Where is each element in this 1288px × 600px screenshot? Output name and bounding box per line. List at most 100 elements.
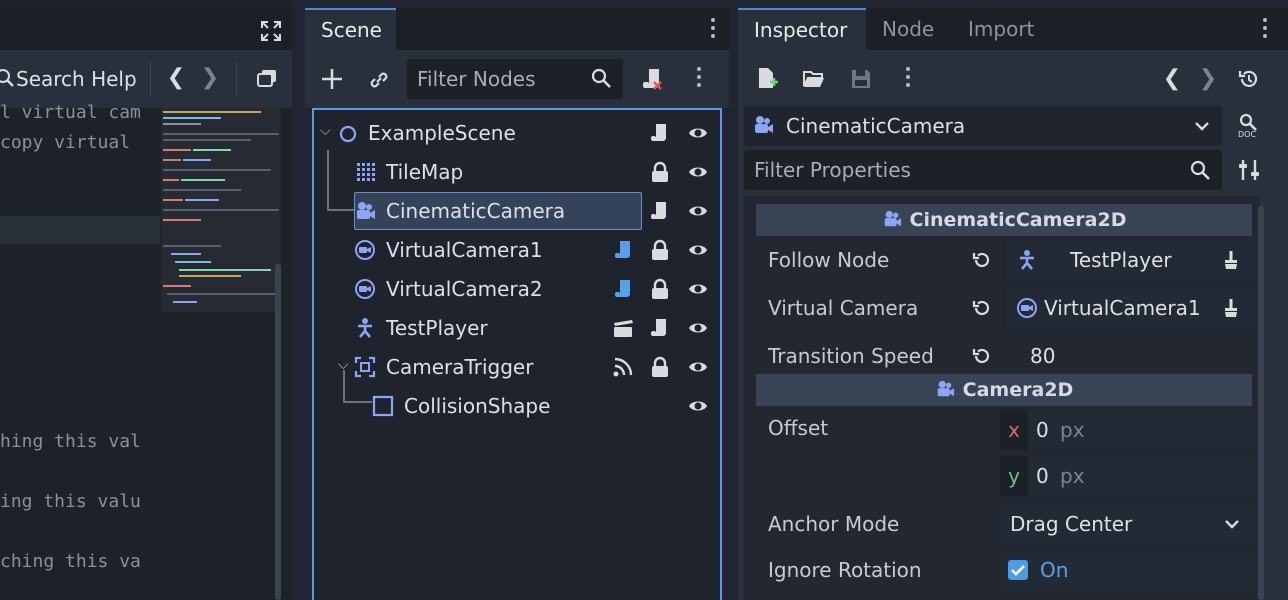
character-body-icon: [358, 318, 372, 338]
virtual-camera-picker[interactable]: VirtualCamera1: [1006, 287, 1252, 329]
remote-script-icon[interactable]: [639, 66, 665, 92]
tree-item-label: CinematicCamera: [386, 199, 566, 223]
scene-clapper-icon[interactable]: [612, 318, 634, 338]
visibility-eye-icon[interactable]: [688, 240, 708, 260]
filter-properties-input[interactable]: Filter Properties: [744, 150, 1222, 190]
history-forward-icon[interactable]: ❯: [200, 66, 220, 90]
inspector-object-menu-icon[interactable]: [906, 67, 910, 91]
tab-scene[interactable]: Scene: [305, 8, 396, 50]
anchor-mode-select[interactable]: Drag Center: [1000, 504, 1252, 544]
revert-icon[interactable]: [972, 346, 992, 366]
code-area[interactable]: l virtual cam copy virtual hing this val…: [0, 102, 160, 600]
character-body-icon: [1020, 250, 1034, 270]
inspector-scrollbar[interactable]: [1258, 206, 1264, 600]
script-icon[interactable]: [648, 200, 670, 222]
visibility-eye-icon[interactable]: [688, 162, 708, 182]
tab-inspector[interactable]: Inspector: [738, 8, 866, 50]
offset-y-input[interactable]: y 0 px: [1000, 456, 1252, 496]
anchor-mode-value: Drag Center: [1010, 512, 1133, 536]
visibility-eye-icon[interactable]: [688, 357, 708, 377]
follow-node-picker[interactable]: TestPlayer: [1006, 239, 1252, 281]
virtual-camera-icon: [1017, 298, 1037, 318]
object-docs-icon[interactable]: DOC: [1236, 112, 1262, 138]
tab-node[interactable]: Node: [866, 8, 950, 50]
script-icon[interactable]: [612, 278, 634, 300]
property-label: Anchor Mode: [768, 512, 900, 536]
code-line: l virtual cam: [0, 102, 141, 123]
instance-scene-link-icon[interactable]: [367, 68, 391, 92]
script-icon[interactable]: [648, 122, 670, 144]
open-folder-icon[interactable]: [802, 68, 826, 90]
offset-x-input[interactable]: x 0 px: [1000, 410, 1252, 450]
new-resource-icon[interactable]: [756, 66, 778, 90]
visibility-eye-icon[interactable]: [688, 201, 708, 221]
inspector-tabbar: Inspector Node Import: [738, 8, 1288, 50]
code-line: copy virtual: [0, 132, 131, 153]
visibility-eye-icon[interactable]: [688, 396, 708, 416]
property-virtual-camera: Virtual Camera VirtualCamera1: [744, 286, 1260, 330]
visibility-eye-icon[interactable]: [688, 123, 708, 143]
camera-icon: [937, 380, 954, 397]
tab-import[interactable]: Import: [952, 8, 1050, 50]
history-back-icon[interactable]: ❮: [1162, 67, 1182, 91]
scene-tree-menu-icon[interactable]: [697, 67, 701, 91]
scene-dock: Scene Filter Nodes ⌵ ExampleScene TileMa…: [305, 0, 729, 600]
lock-icon[interactable]: [650, 161, 670, 183]
tree-item-tilemap[interactable]: TileMap: [314, 153, 720, 191]
distraction-free-icon[interactable]: [260, 20, 282, 42]
property-tools-icon[interactable]: [1238, 158, 1260, 182]
transition-speed-value: 80: [1030, 344, 1056, 368]
offset-x-value: 0: [1036, 418, 1049, 442]
revert-icon[interactable]: [972, 250, 992, 270]
revert-icon[interactable]: [972, 298, 992, 318]
tree-item-collisionshape[interactable]: CollisionShape: [314, 387, 720, 425]
y-axis-label: y: [1000, 456, 1028, 496]
window-toggle-icon[interactable]: [256, 68, 278, 90]
search-help-button[interactable]: Search Help: [0, 50, 140, 108]
tree-item-cinematiccamera[interactable]: CinematicCamera: [314, 192, 720, 230]
chevron-down-icon[interactable]: ⌵: [338, 357, 349, 373]
clear-icon[interactable]: [1222, 298, 1240, 318]
code-minimap[interactable]: [161, 108, 281, 312]
clear-icon[interactable]: [1222, 250, 1240, 270]
visibility-eye-icon[interactable]: [688, 279, 708, 299]
code-line: ing this valu: [0, 491, 141, 512]
scene-dock-tabbar: Scene: [305, 8, 729, 50]
code-line: hing this val: [0, 431, 141, 452]
code-line: ching this va: [0, 551, 141, 572]
tree-item-cameratrigger[interactable]: ⌵ CameraTrigger: [314, 348, 720, 386]
history-back-icon[interactable]: ❮: [166, 66, 186, 90]
tree-item-examplescene[interactable]: ⌵ ExampleScene: [314, 114, 720, 152]
tree-item-virtualcamera1[interactable]: VirtualCamera1: [314, 231, 720, 269]
lock-icon[interactable]: [650, 239, 670, 261]
section-header-camera2d[interactable]: Camera2D: [756, 374, 1252, 406]
section-header-cinematiccamera2d[interactable]: CinematicCamera2D: [756, 204, 1252, 236]
script-icon[interactable]: [612, 239, 634, 261]
tree-item-testplayer[interactable]: TestPlayer: [314, 309, 720, 347]
search-help-label: Search Help: [16, 67, 137, 91]
script-icon[interactable]: [648, 317, 670, 339]
transition-speed-input[interactable]: 80: [1006, 335, 1252, 377]
scene-tree[interactable]: ⌵ ExampleScene TileMap CinematicCamera V…: [312, 108, 722, 600]
inspector-dock-menu-icon[interactable]: [1263, 18, 1267, 42]
ignore-rotation-checkbox[interactable]: On: [1000, 550, 1252, 590]
signal-icon[interactable]: [612, 356, 634, 378]
save-icon[interactable]: [850, 68, 872, 90]
visibility-eye-icon[interactable]: [688, 318, 708, 338]
minimap-lines: [163, 111, 279, 303]
tilemap-grid-icon: [357, 163, 375, 181]
chevron-down-icon[interactable]: ⌵: [320, 123, 331, 139]
history-icon[interactable]: [1238, 68, 1260, 90]
property-transition-speed: Transition Speed 80: [744, 334, 1260, 378]
add-node-icon[interactable]: [320, 67, 344, 91]
history-forward-icon[interactable]: ❯: [1198, 67, 1218, 91]
lock-icon[interactable]: [650, 278, 670, 300]
scene-dock-menu-icon[interactable]: [711, 18, 715, 42]
object-selector[interactable]: CinematicCamera: [744, 106, 1222, 146]
chevron-down-icon[interactable]: [1194, 118, 1210, 134]
lock-icon[interactable]: [650, 356, 670, 378]
area-icon: [354, 356, 376, 378]
tree-item-virtualcamera2[interactable]: VirtualCamera2: [314, 270, 720, 308]
virtual-camera-icon: [355, 240, 375, 260]
code-scrollbar[interactable]: [275, 264, 281, 600]
